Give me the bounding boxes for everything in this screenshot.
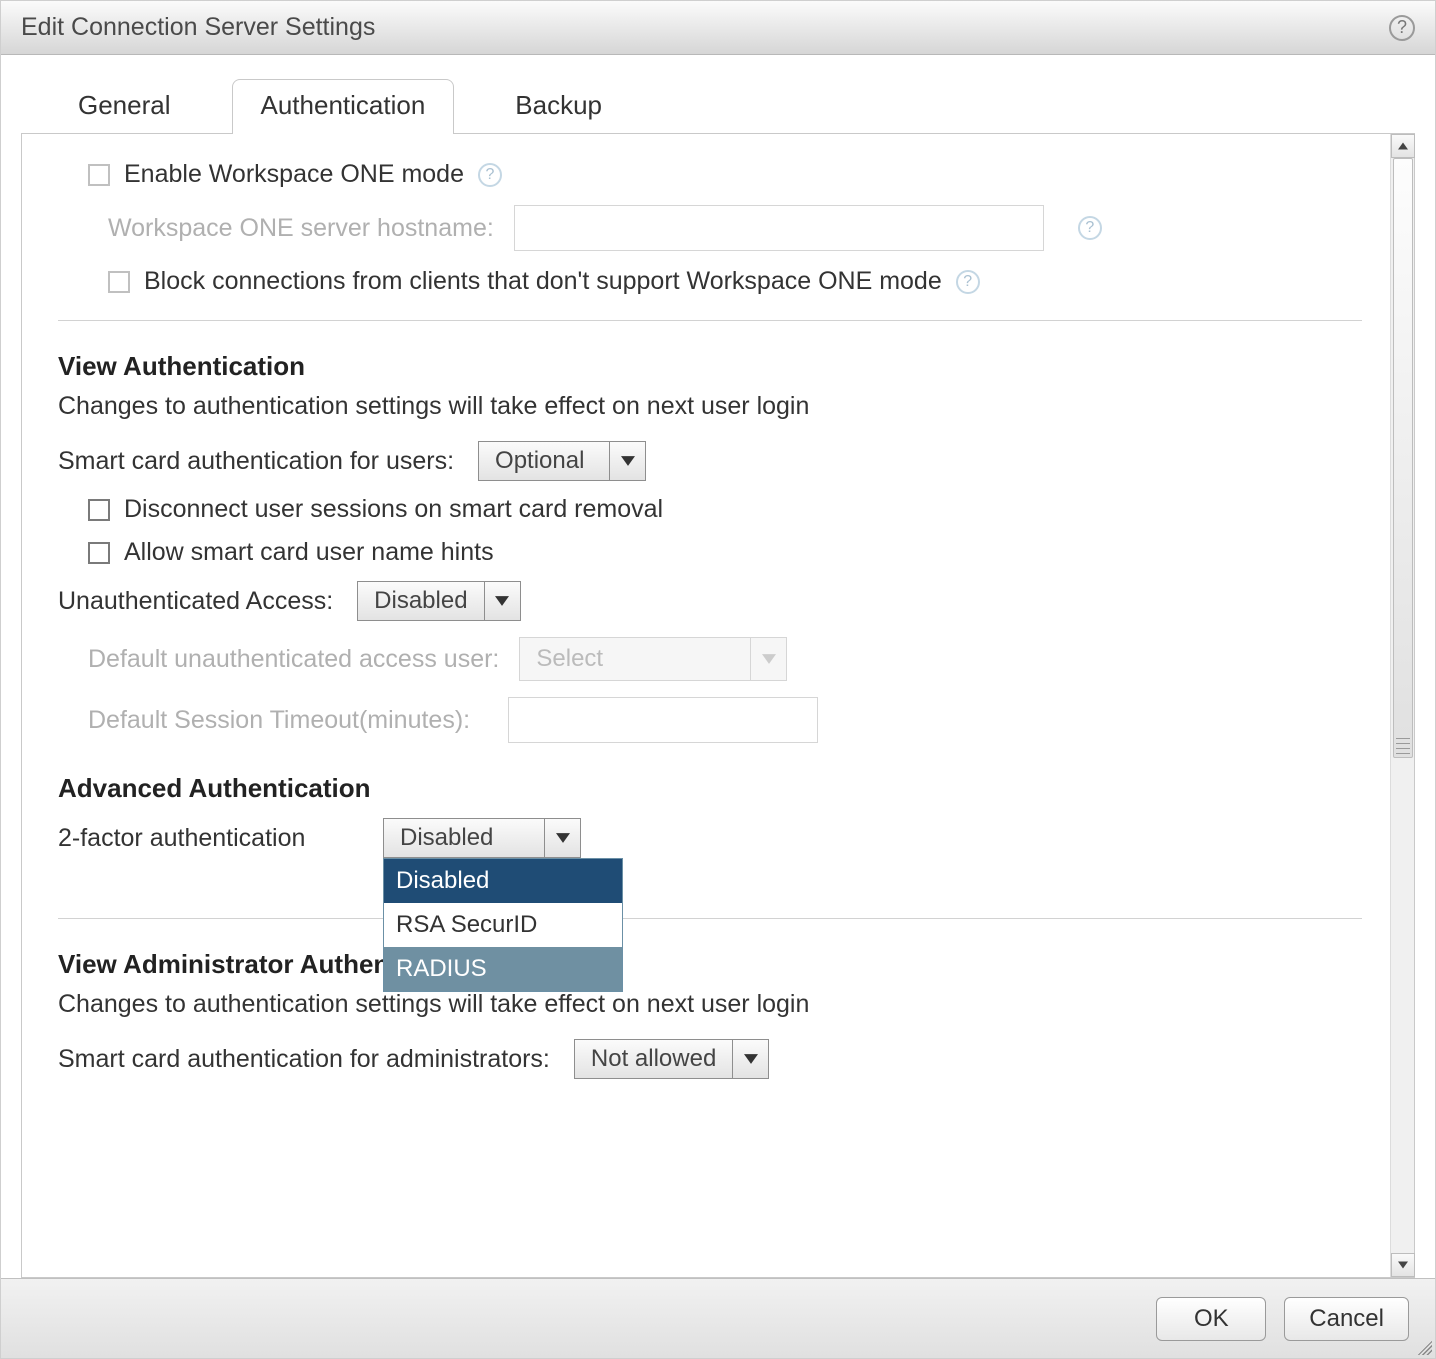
tabs-divider [21, 133, 1415, 134]
help-icon[interactable]: ? [1389, 15, 1415, 41]
dropdown-option-rsa-securid[interactable]: RSA SecurID [384, 903, 622, 947]
help-icon[interactable]: ? [478, 163, 502, 187]
row-default-unauth-user: Default unauthenticated access user: Sel… [58, 637, 1362, 681]
window-title: Edit Connection Server Settings [21, 13, 375, 42]
tab-general-label: General [78, 90, 171, 120]
input-default-session-timeout [508, 697, 818, 743]
row-two-factor: 2-factor authentication Disabled Disable… [58, 818, 1362, 858]
scrollbar [1390, 134, 1414, 1277]
label-smartcard-admins: Smart card authentication for administra… [58, 1045, 550, 1074]
dropdown-two-factor-list: Disabled RSA SecurID RADIUS [383, 858, 623, 992]
row-workspace-hostname: Workspace ONE server hostname: ? [58, 205, 1362, 251]
chevron-down-icon [750, 638, 786, 680]
ok-button-label: OK [1194, 1305, 1229, 1333]
cancel-button[interactable]: Cancel [1284, 1297, 1409, 1341]
row-enable-workspace-one: Enable Workspace ONE mode ? [58, 160, 1362, 189]
dropdown-smartcard-users[interactable]: Optional [478, 441, 646, 481]
row-unauthenticated-access: Unauthenticated Access: Disabled [58, 581, 1362, 621]
heading-advanced-authentication: Advanced Authentication [58, 773, 1362, 804]
note-admin-authentication: Changes to authentication settings will … [58, 990, 1362, 1019]
row-smartcard-users: Smart card authentication for users: Opt… [58, 441, 1362, 481]
label-default-session-timeout: Default Session Timeout(minutes): [88, 706, 488, 735]
label-two-factor: 2-factor authentication [58, 824, 353, 853]
chevron-down-icon [732, 1040, 768, 1078]
tab-authentication-label: Authentication [261, 90, 426, 120]
dropdown-two-factor[interactable]: Disabled [383, 818, 581, 858]
checkbox-block-connections [108, 271, 130, 293]
help-icon[interactable]: ? [956, 270, 980, 294]
label-default-unauth-user: Default unauthenticated access user: [88, 645, 499, 674]
label-enable-workspace-one: Enable Workspace ONE mode [124, 160, 464, 189]
tabs: General Authentication Backup [1, 55, 1435, 133]
checkbox-enable-workspace-one [88, 164, 110, 186]
dropdown-unauthenticated-access-value: Disabled [358, 582, 483, 620]
heading-view-authentication: View Authentication [58, 351, 1362, 382]
ok-button[interactable]: OK [1156, 1297, 1266, 1341]
row-disconnect-on-removal: Disconnect user sessions on smart card r… [58, 495, 1362, 524]
dropdown-smartcard-users-value: Optional [479, 442, 609, 480]
bottombar: OK Cancel [1, 1278, 1435, 1358]
tab-content: Enable Workspace ONE mode ? Workspace ON… [22, 134, 1390, 1277]
chevron-down-icon [609, 442, 645, 480]
scroll-up-button[interactable] [1391, 134, 1415, 158]
tab-backup[interactable]: Backup [486, 79, 631, 133]
label-smartcard-users: Smart card authentication for users: [58, 447, 454, 476]
dialog-window: Edit Connection Server Settings ? Genera… [0, 0, 1436, 1359]
divider [58, 320, 1362, 321]
content-wrap: Enable Workspace ONE mode ? Workspace ON… [21, 133, 1415, 1278]
titlebar: Edit Connection Server Settings ? [1, 1, 1435, 55]
tab-backup-label: Backup [515, 90, 602, 120]
tab-authentication[interactable]: Authentication [232, 79, 455, 133]
note-view-authentication: Changes to authentication settings will … [58, 392, 1362, 421]
dropdown-smartcard-admins[interactable]: Not allowed [574, 1039, 769, 1079]
scroll-down-button[interactable] [1391, 1253, 1415, 1277]
label-workspace-hostname: Workspace ONE server hostname: [108, 214, 494, 243]
checkbox-allow-username-hints[interactable] [88, 542, 110, 564]
label-allow-username-hints: Allow smart card user name hints [124, 538, 494, 567]
dropdown-two-factor-value: Disabled [384, 819, 544, 857]
scroll-thumb[interactable] [1393, 158, 1413, 758]
scroll-track[interactable] [1391, 158, 1415, 1253]
divider [58, 918, 1362, 919]
chevron-down-icon [544, 819, 580, 857]
help-icon[interactable]: ? [1078, 216, 1102, 240]
row-allow-username-hints: Allow smart card user name hints [58, 538, 1362, 567]
input-workspace-hostname [514, 205, 1044, 251]
resize-grip-icon[interactable] [1414, 1337, 1432, 1355]
checkbox-disconnect-on-removal[interactable] [88, 499, 110, 521]
dropdown-default-unauth-user: Select [519, 637, 787, 681]
label-unauthenticated-access: Unauthenticated Access: [58, 587, 333, 616]
dropdown-option-radius[interactable]: RADIUS [384, 947, 622, 991]
dropdown-smartcard-admins-value: Not allowed [575, 1040, 732, 1078]
label-disconnect-on-removal: Disconnect user sessions on smart card r… [124, 495, 663, 524]
chevron-down-icon [484, 582, 520, 620]
heading-admin-authentication: View Administrator Authentication [58, 949, 1362, 980]
dropdown-option-disabled[interactable]: Disabled [384, 859, 622, 903]
row-smartcard-admins: Smart card authentication for administra… [58, 1039, 1362, 1079]
row-default-session-timeout: Default Session Timeout(minutes): [58, 697, 1362, 743]
row-block-connections: Block connections from clients that don'… [58, 267, 1362, 296]
scroll-gripper-icon [1396, 738, 1410, 754]
dropdown-default-unauth-user-value: Select [520, 638, 750, 680]
label-block-connections: Block connections from clients that don'… [144, 267, 942, 296]
dropdown-unauthenticated-access[interactable]: Disabled [357, 581, 520, 621]
tab-general[interactable]: General [49, 79, 200, 133]
cancel-button-label: Cancel [1309, 1305, 1384, 1333]
